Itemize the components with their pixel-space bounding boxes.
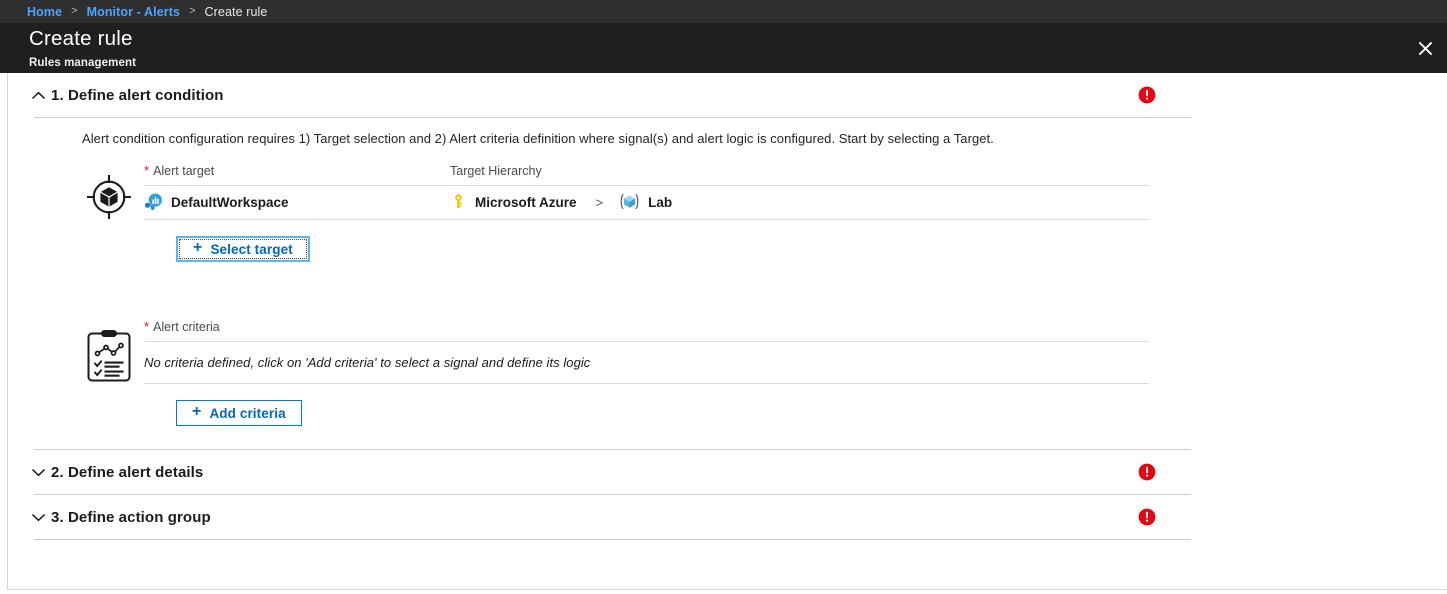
page-title: Create rule xyxy=(29,23,1447,50)
alert-criteria-label-cell: * Alert criteria xyxy=(144,320,220,334)
section-title: 1. Define alert condition xyxy=(51,87,224,104)
section-title: 2. Define alert details xyxy=(51,464,203,481)
blade-header: Create rule Rules management xyxy=(0,23,1447,73)
resource-group-cube-icon xyxy=(619,191,640,215)
required-marker: * xyxy=(144,163,149,178)
criteria-empty-message: No criteria defined, click on 'Add crite… xyxy=(144,342,1446,383)
add-criteria-row: + Add criteria xyxy=(25,400,1446,426)
plus-icon: + xyxy=(192,404,201,420)
error-icon xyxy=(1138,86,1156,104)
hierarchy-item-microsoft-azure: Microsoft Azure xyxy=(450,193,577,213)
azure-key-icon xyxy=(450,193,467,213)
page-subtitle: Rules management xyxy=(29,50,1447,69)
field-rule xyxy=(144,219,1149,220)
alert-target-row: DefaultWorkspace xyxy=(144,186,1446,219)
hierarchy-separator-icon: > xyxy=(596,195,604,210)
target-hierarchy-label: Target Hierarchy xyxy=(450,164,542,178)
hierarchy-item-label: Lab xyxy=(648,195,672,210)
blade-body: 1. Define alert condition Alert conditio… xyxy=(0,73,1447,594)
required-marker: * xyxy=(144,319,149,334)
target-crosshair-cube-icon xyxy=(84,164,144,222)
target-resource-cell: DefaultWorkspace xyxy=(144,192,450,214)
alert-criteria-label: Alert criteria xyxy=(153,320,220,334)
section-header-define-alert-condition[interactable]: 1. Define alert condition xyxy=(25,73,1446,117)
plus-icon: + xyxy=(193,240,202,256)
target-resource-name: DefaultWorkspace xyxy=(171,195,289,210)
content-panel: 1. Define alert condition Alert conditio… xyxy=(7,73,1447,590)
select-target-button-label: Select target xyxy=(210,242,292,257)
breadcrumb-item-monitor-alerts[interactable]: Monitor - Alerts xyxy=(87,5,181,19)
alert-target-label-cell: * Alert target xyxy=(144,164,450,178)
target-hierarchy-cell: Microsoft Azure > xyxy=(450,191,672,215)
breadcrumb-separator-icon: > xyxy=(189,6,195,17)
alert-target-labels: * Alert target Target Hierarchy xyxy=(144,164,1446,185)
log-analytics-workspace-icon xyxy=(144,192,163,214)
close-button[interactable] xyxy=(1403,23,1447,73)
field-rule xyxy=(144,383,1149,384)
breadcrumb-item-create-rule: Create rule xyxy=(205,5,268,19)
hierarchy-item-lab: Lab xyxy=(619,191,672,215)
section-divider xyxy=(34,539,1191,540)
breadcrumb-item-home[interactable]: Home xyxy=(27,5,62,19)
alert-criteria-labels: * Alert criteria xyxy=(144,320,1446,341)
chevron-down-icon[interactable] xyxy=(25,513,51,522)
alert-criteria-block: * Alert criteria No criteria defined, cli… xyxy=(25,320,1446,386)
close-icon xyxy=(1418,41,1433,56)
section-header-define-alert-details[interactable]: 2. Define alert details xyxy=(25,450,1446,494)
section-title: 3. Define action group xyxy=(51,509,211,526)
select-target-button[interactable]: + Select target xyxy=(176,236,310,262)
chevron-up-icon[interactable] xyxy=(25,91,51,100)
section-body-define-alert-condition: Alert condition configuration requires 1… xyxy=(25,118,1446,426)
add-criteria-button[interactable]: + Add criteria xyxy=(176,400,302,426)
hierarchy-item-label: Microsoft Azure xyxy=(475,195,577,210)
select-target-row: + Select target xyxy=(25,236,1446,262)
chevron-down-icon[interactable] xyxy=(25,468,51,477)
section-description: Alert condition configuration requires 1… xyxy=(25,118,1446,146)
section-header-define-action-group[interactable]: 3. Define action group xyxy=(25,495,1446,539)
alert-target-label: Alert target xyxy=(153,164,214,178)
error-icon xyxy=(1138,463,1156,481)
criteria-clipboard-chart-icon xyxy=(84,320,144,386)
add-criteria-button-label: Add criteria xyxy=(209,406,285,421)
error-icon xyxy=(1138,508,1156,526)
breadcrumb-separator-icon: > xyxy=(71,6,77,17)
alert-target-block: * Alert target Target Hierarchy xyxy=(25,164,1446,222)
breadcrumb: Home > Monitor - Alerts > Create rule xyxy=(0,0,1447,23)
